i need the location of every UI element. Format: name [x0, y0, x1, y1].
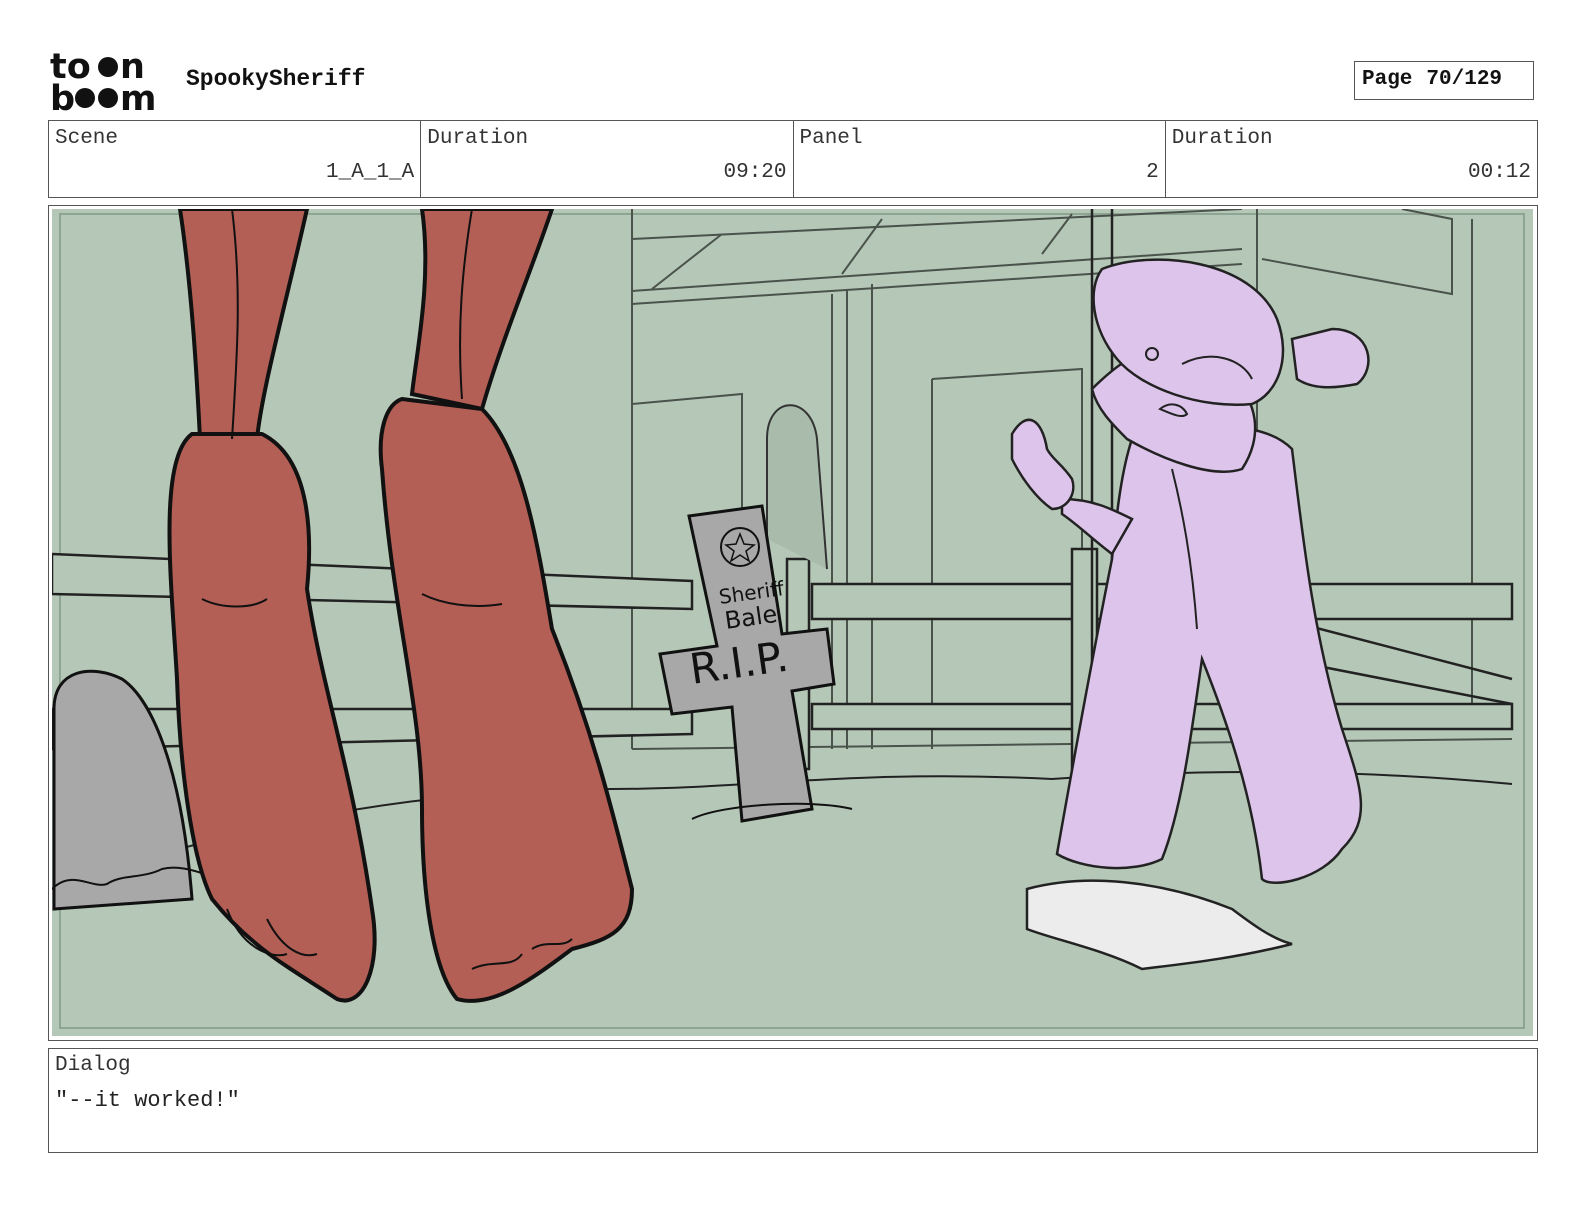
scene-label: Scene	[55, 127, 119, 150]
scene-value: 1_A_1_A	[326, 161, 415, 184]
svg-text:m: m	[120, 79, 156, 114]
toonboom-logo-icon: to n b m	[50, 48, 156, 114]
scene-duration-value: 09:20	[723, 161, 787, 184]
panel-info-row: Scene 1_A_1_A Duration 09:20 Panel 2 Dur…	[48, 120, 1538, 198]
page-number: 70/129	[1426, 68, 1503, 91]
scene-cell: Scene 1_A_1_A	[49, 121, 422, 197]
dialog-box: Dialog "--it worked!"	[48, 1048, 1538, 1153]
panel-illustration: Sheriff Bale R.I.P.	[52, 209, 1533, 1036]
panel-duration-value: 00:12	[1467, 161, 1531, 184]
scene-duration-cell: Duration 09:20	[421, 121, 794, 197]
panel-duration-label: Duration	[1171, 127, 1273, 150]
panel-cell: Panel 2	[794, 121, 1166, 197]
storyboard-panel: Sheriff Bale R.I.P.	[48, 205, 1538, 1041]
page-label: Page	[1362, 68, 1413, 91]
panel-value: 2	[1146, 161, 1159, 184]
scene-duration-label: Duration	[427, 127, 529, 150]
panel-label: Panel	[799, 127, 863, 150]
panel-duration-cell: Duration 00:12	[1166, 121, 1537, 197]
svg-text:b: b	[50, 79, 75, 114]
project-title: SpookySheriff	[186, 66, 366, 92]
dialog-text: "--it worked!"	[55, 1088, 240, 1113]
page-indicator: Page 70/129	[1354, 61, 1534, 100]
dialog-label: Dialog	[55, 1054, 131, 1077]
